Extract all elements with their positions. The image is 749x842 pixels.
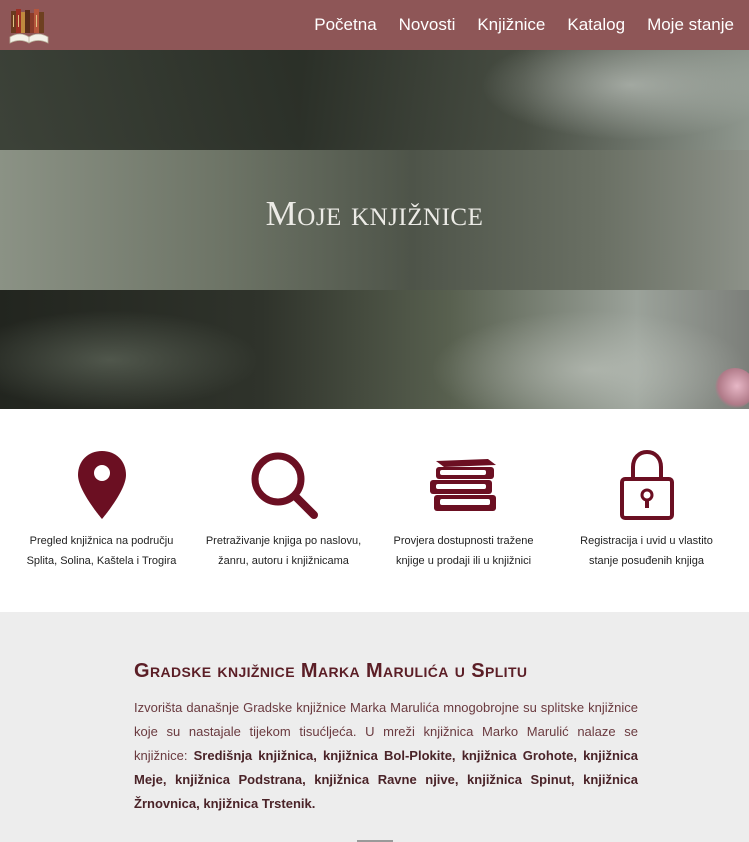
nav-moje-stanje[interactable]: Moje stanje — [647, 15, 734, 35]
feature-line: Provjera dostupnosti tražene — [393, 535, 534, 547]
nav-katalog[interactable]: Katalog — [567, 15, 625, 35]
books-icon — [428, 455, 500, 520]
lock-icon — [619, 449, 675, 526]
map-pin-icon — [76, 449, 128, 526]
feature-line: knjige u prodaji ili u knjižnici — [395, 555, 532, 567]
nav-pocetna[interactable]: Početna — [314, 15, 376, 35]
feature-text: Pregled knjižnica na području Splita, So… — [8, 531, 195, 571]
feature-line: Splita, Solina, Kaštela i Trogira — [26, 555, 177, 567]
feature-line: Pretraživanje knjiga po naslovu, — [205, 535, 362, 547]
top-navbar: Početna Novosti Knjižnice Katalog Moje s… — [0, 0, 749, 50]
about-library-list: Središnja knjižnica, knjižnica Bol-Ploki… — [134, 748, 638, 811]
feature-text: Registracija i uvid u vlastito stanje po… — [553, 531, 740, 571]
hero-flower-decoration — [715, 368, 749, 408]
nav-knjiznice[interactable]: Knjižnice — [477, 15, 545, 35]
features-section: Pregled knjižnica na području Splita, So… — [0, 409, 749, 612]
books-logo-icon[interactable] — [8, 7, 50, 47]
feature-line: žanru, autoru i knjižnicama — [218, 555, 349, 567]
feature-text: Provjera dostupnosti tražene knjige u pr… — [370, 531, 557, 571]
about-text: Izvorišta današnje Gradske knjižnice Mar… — [134, 696, 638, 816]
feature-text: Pretraživanje knjiga po naslovu, žanru, … — [190, 531, 377, 571]
hero-title: Moje knjižnice — [265, 194, 484, 233]
search-icon — [248, 449, 320, 526]
feature-line: stanje posuđenih knjiga — [589, 555, 704, 567]
about-title: Gradske knjižnice Marka Marulića u Split… — [134, 660, 528, 682]
about-section: Gradske knjižnice Marka Marulića u Split… — [0, 612, 749, 842]
nav-novosti[interactable]: Novosti — [399, 15, 456, 35]
feature-line: Pregled knjižnica na području — [29, 535, 174, 547]
main-menu: Početna Novosti Knjižnice Katalog Moje s… — [292, 0, 734, 50]
feature-line: Registracija i uvid u vlastito — [580, 535, 713, 547]
hero-banner: Moje knjižnice — [0, 50, 749, 409]
